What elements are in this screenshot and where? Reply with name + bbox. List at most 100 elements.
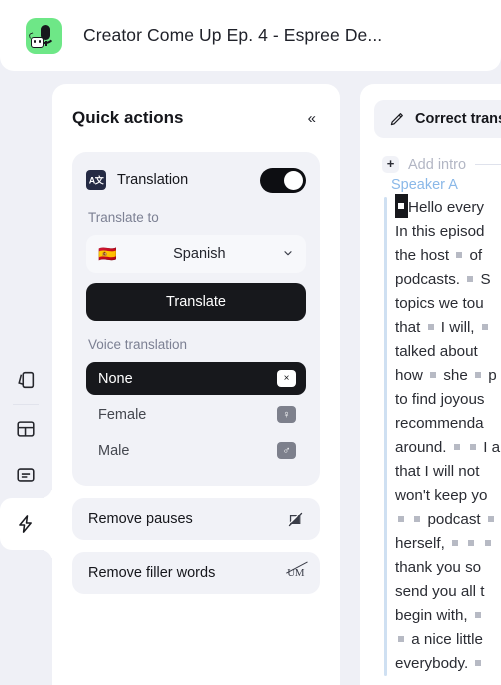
translate-button[interactable]: Translate: [86, 283, 306, 321]
mic-stem: [44, 40, 48, 46]
translation-toggle-row: A文 Translation: [86, 166, 306, 194]
translation-label: Translation: [117, 172, 189, 188]
translate-to-label: Translate to: [88, 210, 159, 225]
pause-marker: [414, 515, 421, 522]
remove-pauses-row[interactable]: Remove pauses: [72, 498, 320, 540]
add-intro-divider: [475, 164, 501, 165]
transcript-line: that I will,: [395, 316, 500, 340]
transcript-line: won't keep yo: [395, 487, 488, 504]
transcript-body: Hello every In this episod the host of podc…: [384, 194, 501, 676]
pause-marker: [468, 539, 475, 546]
pause-marker: [469, 443, 476, 450]
male-icon: ♂: [277, 442, 296, 459]
correct-transcript-button[interactable]: Correct trans: [374, 100, 501, 138]
transcript-line: talked about: [395, 343, 478, 360]
microphone-robot-icon: [26, 17, 62, 54]
pause-slash-icon: [287, 511, 304, 528]
transcript-line: Hello every: [395, 194, 500, 220]
voice-option-female[interactable]: Female ♀: [86, 398, 306, 431]
pause-marker: [475, 659, 482, 666]
collapse-panel-button[interactable]: «: [304, 109, 320, 128]
correct-transcript-label: Correct trans: [415, 111, 501, 127]
sidebar-item-media-cards[interactable]: [0, 357, 52, 403]
pause-marker: [398, 635, 404, 642]
transcript-line: around. I a: [395, 439, 501, 456]
quick-actions-panel: Quick actions « A文 Translation Translate…: [52, 84, 340, 685]
pause-marker: [474, 611, 481, 618]
translate-icon: A文: [86, 170, 106, 190]
app-header: Creator Come Up Ep. 4 - Espree De...: [0, 0, 501, 71]
quick-actions-header: Quick actions «: [72, 108, 320, 128]
transcript-line: to find joyous: [395, 391, 485, 408]
remove-filler-words-label: Remove filler words: [88, 565, 216, 581]
voice-option-male[interactable]: Male ♂: [86, 434, 306, 467]
um-slash-icon: UM: [286, 561, 309, 579]
left-rail: [0, 84, 52, 685]
pause-marker: [453, 443, 460, 450]
add-intro-row[interactable]: + Add intro: [382, 156, 501, 173]
transcript-line: podcast: [395, 508, 500, 532]
pause-marker: [456, 251, 463, 258]
pause-slash-glyph: [287, 511, 303, 526]
toggle-knob: [284, 170, 303, 190]
sidebar-item-layout[interactable]: [0, 406, 52, 452]
transcript-line: In this episod: [395, 223, 485, 240]
rail-divider: [13, 404, 39, 405]
plus-icon[interactable]: +: [382, 156, 399, 173]
translate-icon-text: A文: [88, 175, 104, 185]
remove-pauses-label: Remove pauses: [88, 511, 193, 527]
translation-card: A文 Translation Translate to 🇪🇸 Spanish T…: [72, 152, 320, 486]
remove-filler-words-row[interactable]: Remove filler words UM: [72, 552, 320, 594]
add-intro-label: Add intro: [408, 156, 467, 173]
pause-marker: [484, 539, 491, 546]
voice-option-label: Male: [98, 442, 130, 459]
transcript-line: a nice little: [395, 628, 500, 652]
cards-stack-icon: [18, 371, 35, 389]
pause-marker: [430, 371, 437, 378]
selected-language: Spanish: [173, 246, 226, 262]
app-root: Creator Come Up Ep. 4 - Espree De... Qui…: [0, 0, 501, 685]
transcript-line: recommenda: [395, 415, 484, 432]
text-cursor: [395, 194, 408, 218]
pause-marker: [467, 275, 474, 282]
voice-options-list: None × Female ♀ Male ♂: [86, 362, 306, 467]
transcript-line: thank you so: [395, 559, 482, 576]
transcript-line: the host of: [395, 247, 483, 264]
voice-translation-label: Voice translation: [88, 337, 188, 352]
robot-face-badge: [31, 36, 44, 48]
spain-flag-icon: 🇪🇸: [98, 246, 117, 263]
layout-panels-icon: [17, 421, 35, 437]
transcript-line: everybody.: [395, 652, 500, 676]
transcript-line: topics we tou: [395, 295, 484, 312]
transcript-line: how she p: [395, 367, 497, 384]
language-select[interactable]: 🇪🇸 Spanish: [86, 235, 306, 273]
pause-marker: [398, 515, 404, 522]
page-title: Creator Come Up Ep. 4 - Espree De...: [83, 25, 383, 45]
speaker-label: Speaker A: [391, 177, 458, 193]
transcript-line: podcasts. S: [395, 271, 491, 288]
chevron-down-icon: [282, 247, 294, 262]
voice-option-label: Female: [98, 406, 147, 423]
female-icon: ♀: [277, 406, 296, 423]
pencil-glyph: [390, 112, 403, 125]
chevron-down-glyph: [284, 250, 292, 255]
pause-marker: [452, 539, 459, 546]
lightning-bolt-icon: [19, 515, 32, 533]
pause-marker: [427, 323, 434, 330]
sidebar-item-quick-actions[interactable]: [0, 498, 52, 550]
transcript-text[interactable]: Hello every In this episod the host of podc…: [395, 194, 500, 676]
quick-actions-title: Quick actions: [72, 108, 184, 127]
close-icon: ×: [277, 370, 296, 387]
transcript-accent-bar: [384, 197, 387, 676]
pause-marker: [475, 371, 482, 378]
pause-marker: [487, 515, 494, 522]
pause-marker: [481, 323, 488, 330]
voice-option-label: None: [98, 370, 133, 387]
voice-option-none[interactable]: None ×: [86, 362, 306, 395]
transcript-line: that I will not: [395, 463, 480, 480]
translation-toggle[interactable]: [260, 167, 306, 193]
pencil-icon: [388, 111, 405, 128]
transcript-panel: Correct trans + Add intro Speaker A Hell…: [360, 84, 501, 685]
subtitle-box-icon: [17, 468, 35, 482]
transcript-line: herself,: [395, 532, 500, 556]
